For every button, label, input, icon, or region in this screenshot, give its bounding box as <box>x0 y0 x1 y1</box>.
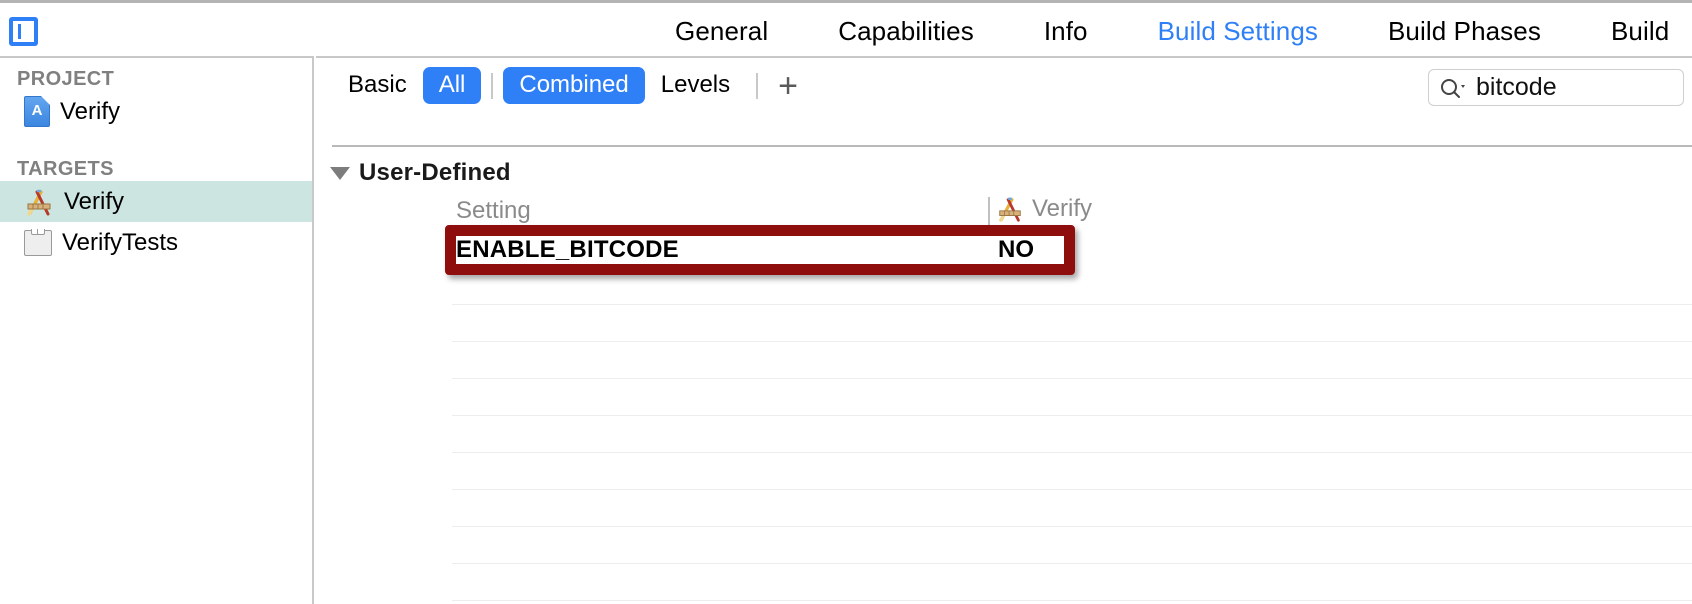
column-header-setting: Setting <box>456 197 531 224</box>
table-row[interactable] <box>452 305 1692 342</box>
setting-name: ENABLE_BITCODE <box>456 236 679 263</box>
chevron-down-icon[interactable] <box>330 166 350 180</box>
sidebar-item-target-verify[interactable]: Verify <box>0 181 312 222</box>
table-row[interactable] <box>452 490 1692 527</box>
setting-value[interactable]: NO <box>998 236 1034 264</box>
tab-build-phases[interactable]: Build Phases <box>1353 16 1576 47</box>
filter-separator-2 <box>756 72 759 99</box>
filter-segments: Basic All Combined Levels + <box>332 58 808 113</box>
table-column-headers: Setting Verify <box>316 195 1692 231</box>
build-settings-filter-bar: Basic All Combined Levels + bitcode <box>316 58 1692 113</box>
sidebar-item-label: Verify <box>64 187 125 215</box>
filter-combined-button[interactable]: Combined <box>503 67 645 104</box>
tab-info[interactable]: Info <box>1009 16 1123 47</box>
tab-general[interactable]: General <box>640 16 803 47</box>
table-row[interactable] <box>452 564 1692 601</box>
table-rows: ENABLE_BITCODE NO <box>316 231 1692 604</box>
table-row[interactable] <box>452 379 1692 416</box>
filter-levels-button[interactable]: Levels <box>645 67 746 103</box>
sidebar-group-project-label: PROJECT <box>17 68 115 90</box>
table-row[interactable] <box>452 527 1692 564</box>
tab-build-rules[interactable]: Build <box>1576 16 1692 47</box>
section-user-defined[interactable]: User-Defined <box>330 159 511 187</box>
filter-separator-1 <box>491 72 494 99</box>
column-divider <box>988 197 990 225</box>
editor-tabs: General Capabilities Info Build Settings… <box>640 3 1692 59</box>
column-header-target: Verify <box>996 195 1092 223</box>
table-row[interactable] <box>452 453 1692 490</box>
table-row[interactable] <box>452 342 1692 379</box>
app-project-file-icon <box>24 96 50 127</box>
table-row[interactable] <box>452 416 1692 453</box>
build-settings-table: User-Defined Setting Verify ENABLE_BITCO… <box>316 113 1692 604</box>
search-input[interactable]: bitcode <box>1428 69 1684 106</box>
section-title: User-Defined <box>359 159 511 186</box>
filter-basic-button[interactable]: Basic <box>332 67 423 103</box>
search-input-value: bitcode <box>1476 73 1557 101</box>
sidebar-item-label: VerifyTests <box>62 228 179 256</box>
table-row[interactable] <box>452 268 1692 305</box>
xcode-navigator-toggle-icon[interactable] <box>9 17 38 46</box>
tab-build-settings[interactable]: Build Settings <box>1123 16 1353 47</box>
project-targets-sidebar: PROJECT Verify TARGETS Verify <box>0 56 314 604</box>
tab-capabilities[interactable]: Capabilities <box>803 16 1009 47</box>
section-divider <box>332 145 1692 147</box>
column-header-target-label: Verify <box>1032 195 1093 222</box>
sidebar-group-targets-label: TARGETS <box>17 158 114 180</box>
editor-tab-bar: General Capabilities Info Build Settings… <box>0 0 1692 56</box>
sidebar-item-project-verify[interactable]: Verify <box>0 91 312 132</box>
sidebar-item-label: Verify <box>60 97 121 125</box>
test-bundle-icon <box>24 228 52 256</box>
filter-all-button[interactable]: All <box>422 67 482 104</box>
search-icon <box>1439 77 1469 99</box>
xcode-target-icon <box>24 187 54 217</box>
table-row[interactable]: ENABLE_BITCODE NO <box>452 231 1692 268</box>
xcode-target-icon <box>996 195 1024 223</box>
build-settings-pane: Basic All Combined Levels + bitcode User… <box>316 56 1692 604</box>
sidebar-item-target-verifytests[interactable]: VerifyTests <box>0 222 312 263</box>
add-build-setting-button[interactable]: + <box>768 69 808 103</box>
xcode-build-settings-window: General Capabilities Info Build Settings… <box>0 0 1692 604</box>
